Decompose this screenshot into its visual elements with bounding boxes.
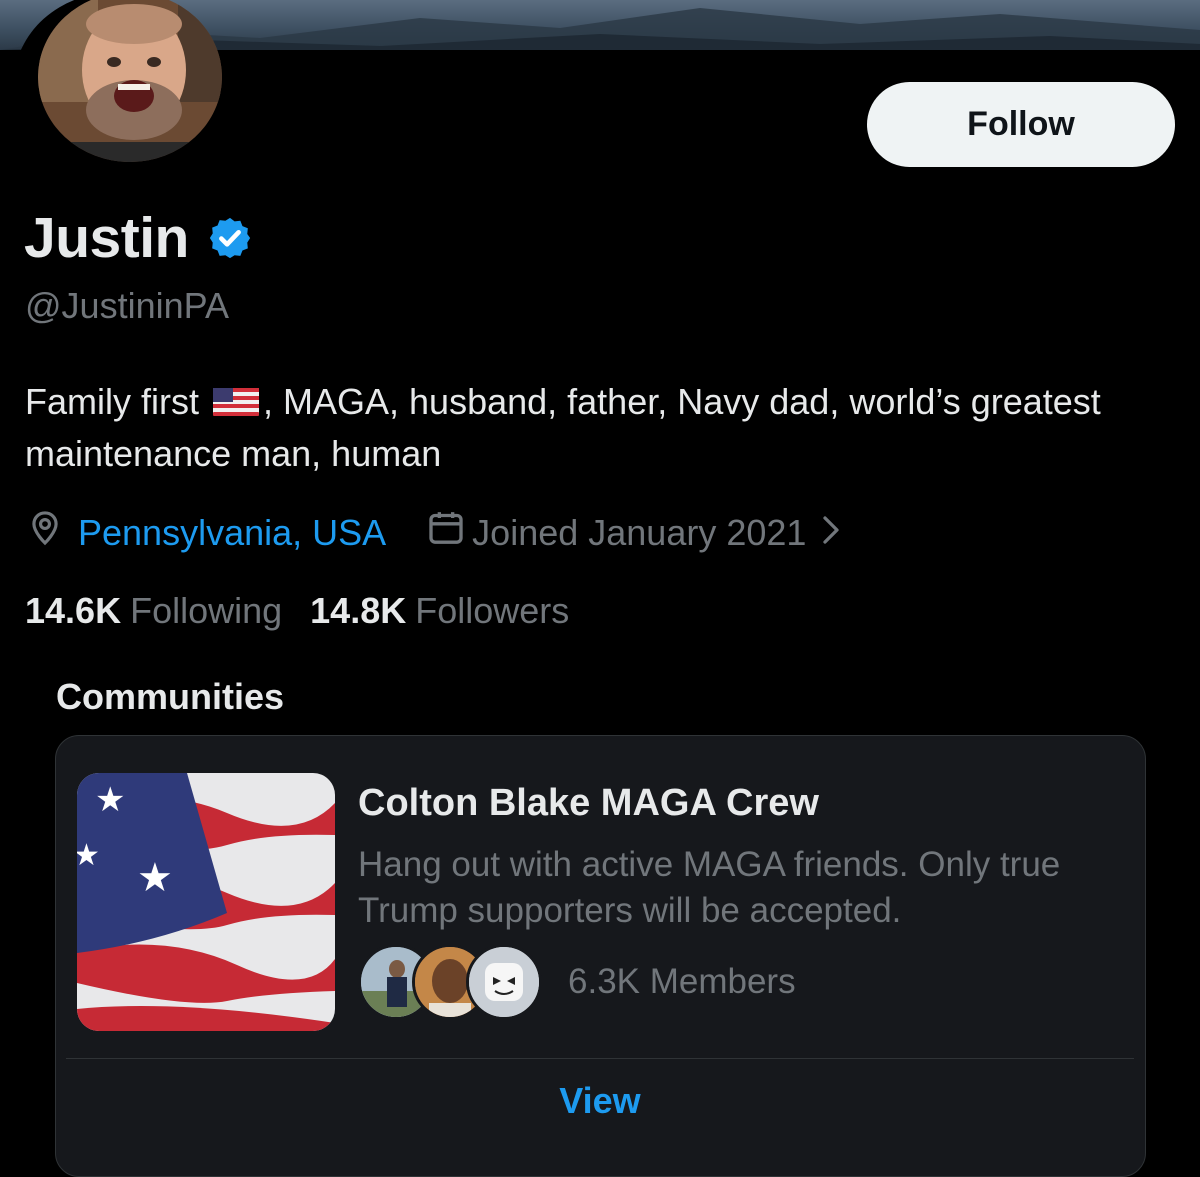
profile-meta-row: Pennsylvania, USA Joined January 2021 [26, 508, 842, 557]
profile-handle: @JustininPA [25, 285, 229, 326]
community-members-row: 6.3K Members [358, 944, 796, 1020]
profile-bio: Family first , MAGA, husband, father, Na… [25, 376, 1175, 480]
communities-heading: Communities [56, 676, 285, 717]
svg-text:★: ★ [77, 838, 100, 873]
following-label: Following [130, 590, 283, 631]
community-image: ★ ★ ★ [77, 773, 335, 1031]
community-description: Hang out with active MAGA friends. Only … [358, 845, 1061, 930]
us-flag-emoji-icon [213, 380, 259, 416]
member-avatar [466, 944, 542, 1020]
profile-location[interactable]: Pennsylvania, USA [78, 512, 386, 554]
profile-name: Justin [24, 206, 189, 270]
profile-avatar[interactable] [38, 0, 222, 162]
calendar-icon [426, 508, 466, 557]
verified-badge-icon[interactable] [207, 215, 253, 261]
profile-name-row: Justin [24, 205, 253, 271]
follow-button[interactable]: Follow [867, 82, 1175, 167]
view-community-button[interactable]: View [540, 1080, 660, 1122]
svg-text:★: ★ [137, 855, 173, 901]
followers-link[interactable]: 14.8K Followers [310, 590, 569, 632]
profile-joined-date[interactable]: Joined January 2021 [472, 512, 806, 554]
card-divider [66, 1058, 1134, 1059]
chevron-right-icon[interactable] [820, 512, 842, 554]
profile-stats: 14.6K Following 14.8K Followers [25, 590, 569, 632]
location-pin-icon [26, 509, 64, 556]
following-link[interactable]: 14.6K Following [25, 590, 282, 632]
community-members-count: 6.3K Members [568, 962, 796, 1001]
following-count: 14.6K [25, 590, 122, 631]
community-name[interactable]: Colton Blake MAGA Crew [358, 782, 819, 825]
bio-text-start: Family first [25, 381, 209, 422]
profile-avatar-ring [14, 0, 222, 174]
followers-label: Followers [415, 590, 570, 631]
svg-text:★: ★ [95, 780, 125, 820]
followers-count: 14.8K [310, 590, 407, 631]
